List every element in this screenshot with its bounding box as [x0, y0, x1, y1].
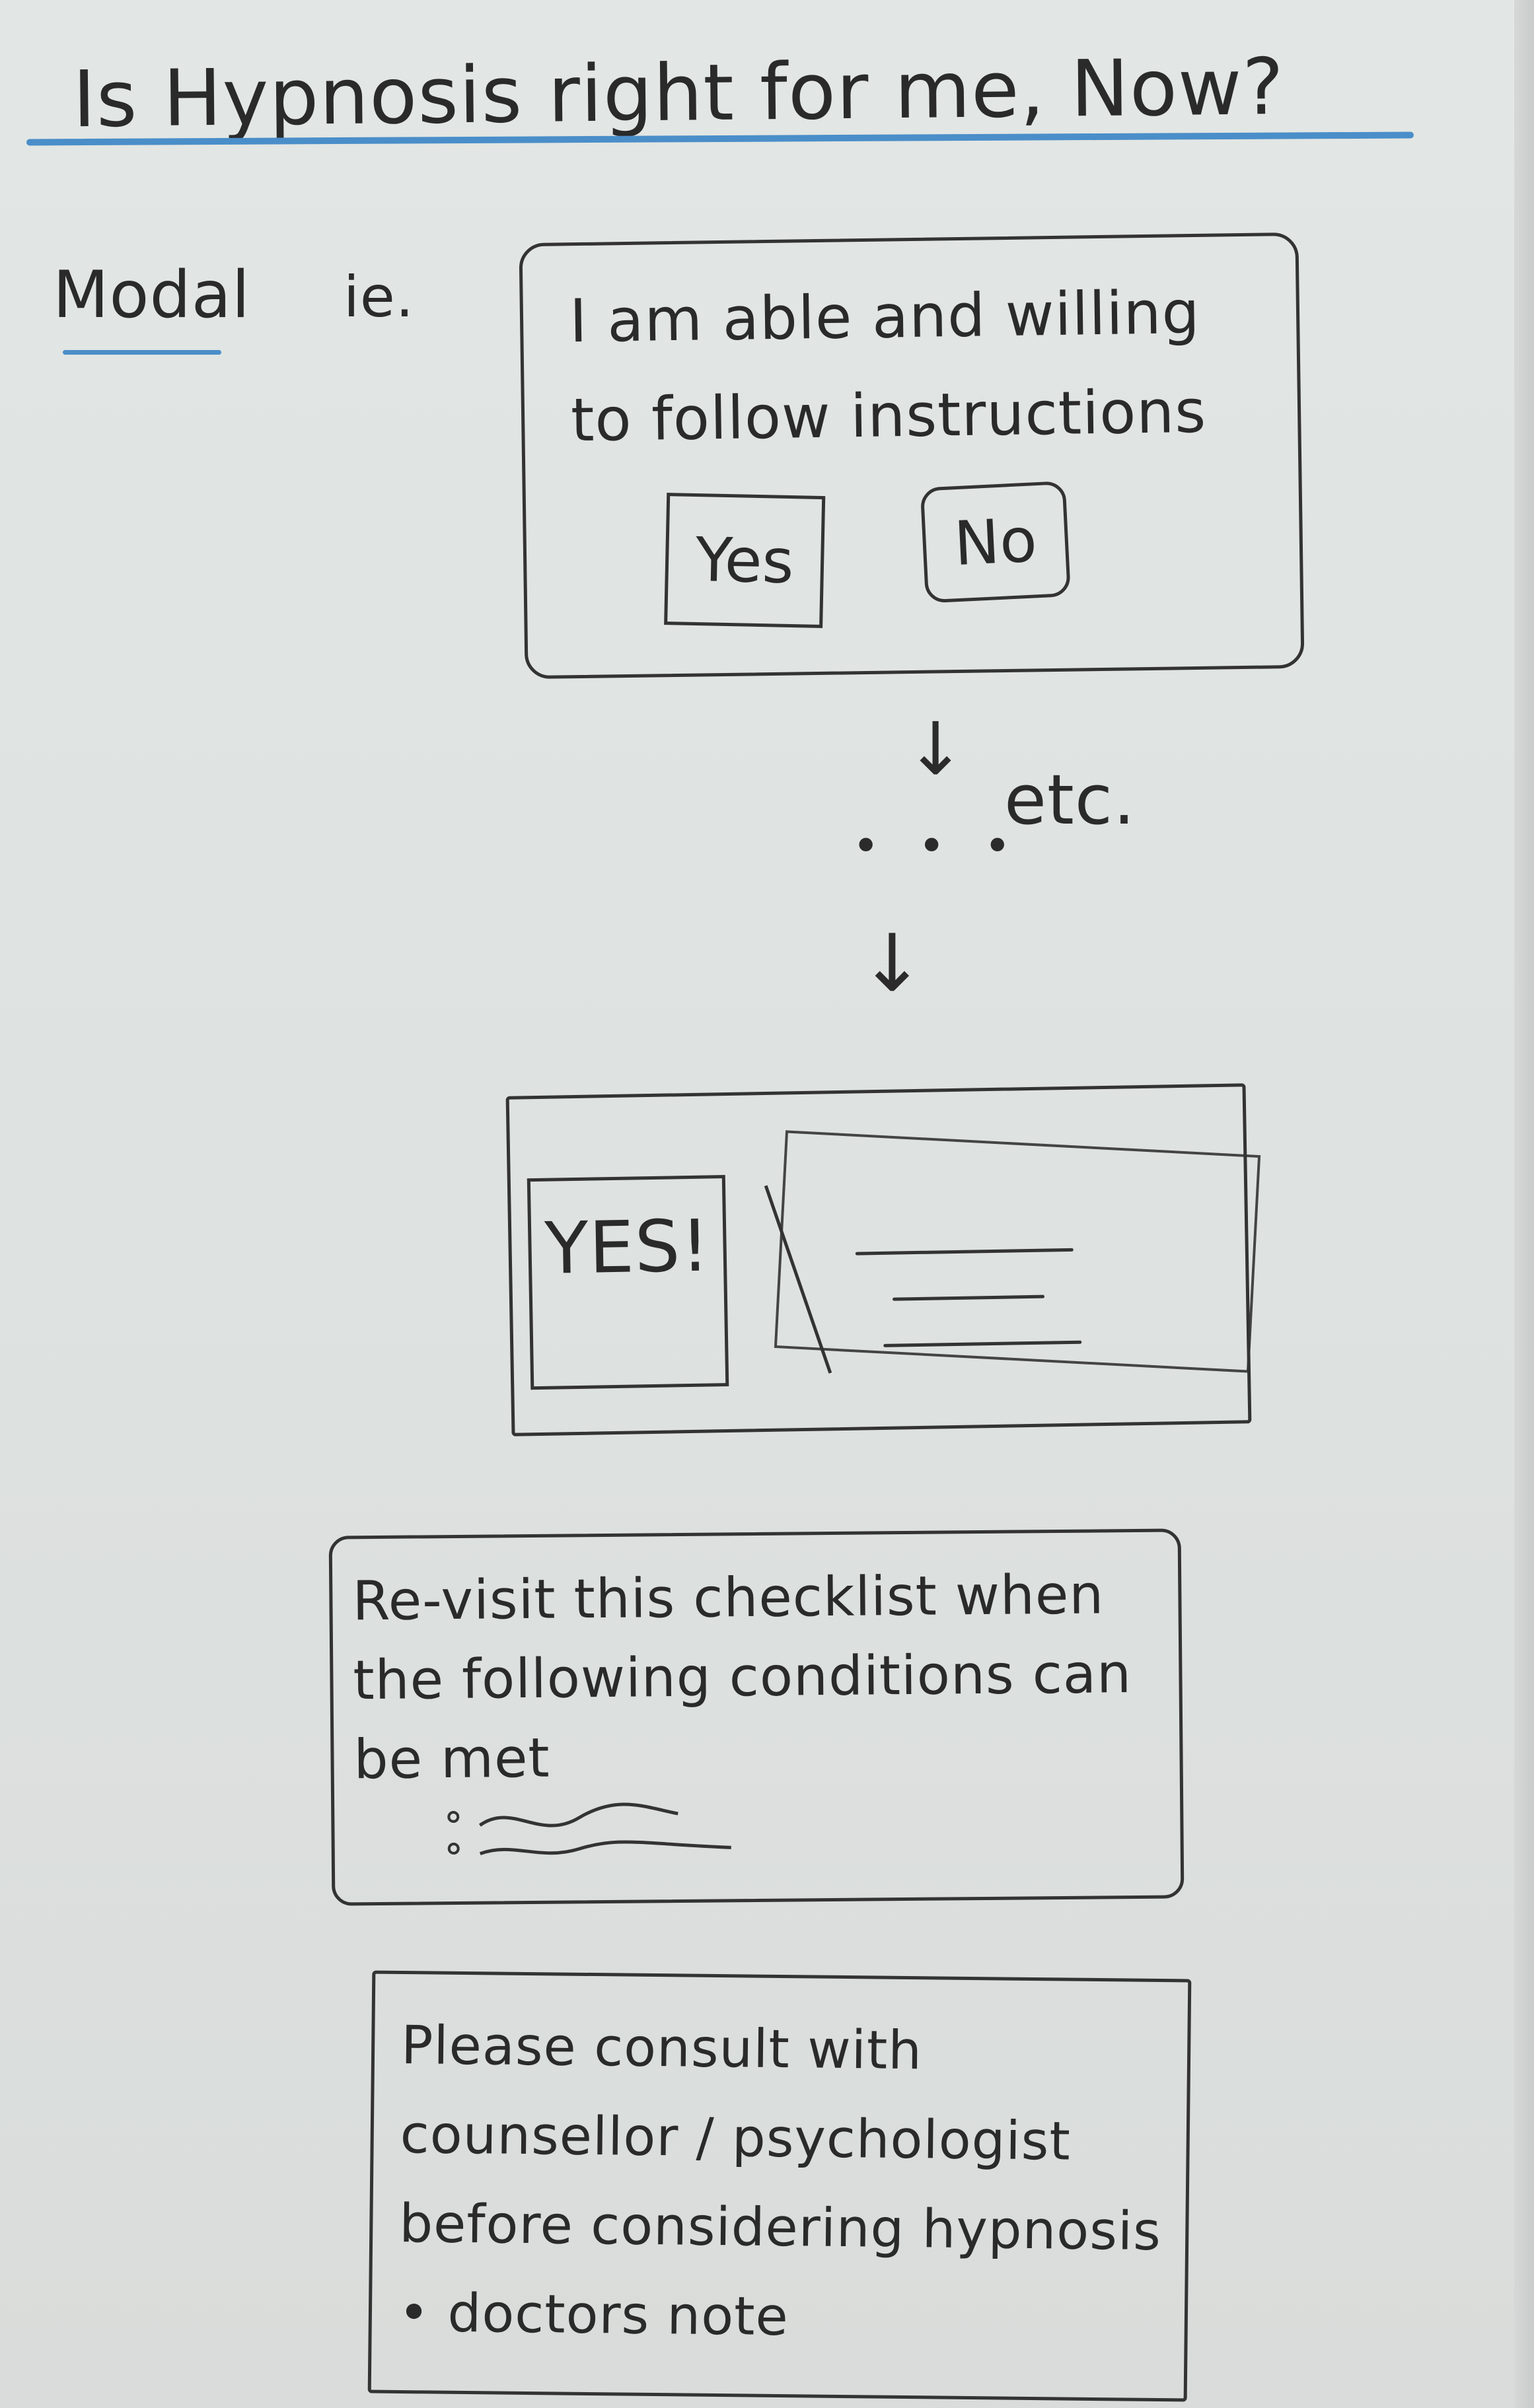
down-arrow-icon: ↓	[905, 707, 967, 791]
placeholder-text-line	[883, 1340, 1082, 1347]
page-title: Is Hypnosis right for me, Now?	[72, 41, 1285, 145]
question-modal: I am able and willing to follow instruct…	[519, 232, 1305, 680]
modal-label-underline	[63, 350, 221, 355]
ellipsis: • • •	[852, 819, 1023, 873]
yes-button[interactable]: Yes	[664, 493, 826, 629]
modal-question-text: I am able and willing to follow instruct…	[569, 277, 1207, 456]
consult-message: Please consult with counsellor / psychol…	[398, 2014, 1162, 2348]
result-card: YES!	[505, 1083, 1252, 1436]
revisit-message: Re-visit this checklist when the followi…	[352, 1563, 1132, 1792]
modal-label-suffix: ie.	[344, 264, 415, 330]
placeholder-text-line	[893, 1294, 1045, 1301]
down-arrow-icon: ↓	[859, 918, 926, 1010]
revisit-card: Re-visit this checklist when the followi…	[328, 1528, 1185, 1906]
card-divider	[764, 1185, 832, 1374]
no-button[interactable]: No	[920, 480, 1071, 604]
etc-label: etc.	[1004, 760, 1136, 840]
consult-card: Please consult with counsellor / psychol…	[367, 1970, 1192, 2402]
modal-label: Modal	[53, 258, 250, 333]
squiggle-list-placeholder	[447, 1802, 731, 1856]
placeholder-text-line	[855, 1248, 1074, 1256]
paper-edge	[1514, 0, 1534, 2408]
yes-badge: YES!	[527, 1175, 729, 1390]
